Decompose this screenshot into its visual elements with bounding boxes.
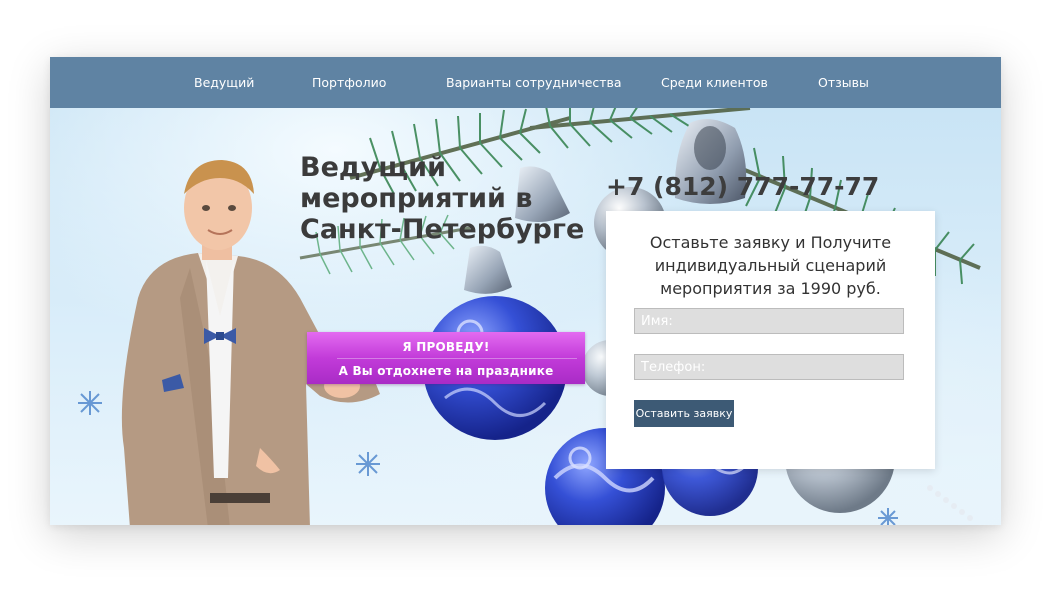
ribbon-subline: А Вы отдохнете на празднике xyxy=(338,364,554,378)
promo-ribbon: Я ПРОВЕДУ! А Вы отдохнете на празднике xyxy=(307,332,585,384)
phone-number[interactable]: +7 (812) 777-77-77 xyxy=(606,172,879,201)
form-title: Оставьте заявку и Получите индивидуальны… xyxy=(649,233,892,298)
nav-item-reviews[interactable]: Отзывы xyxy=(818,57,869,108)
submit-request-button[interactable]: Оставить заявку xyxy=(634,400,734,427)
nav-item-cooperation[interactable]: Варианты сотрудничества xyxy=(446,57,622,108)
phone-input[interactable] xyxy=(634,354,904,380)
nav-item-portfolio[interactable]: Портфолио xyxy=(312,57,386,108)
hero-section: Ведущий мероприятий в Санкт-Петербурге +… xyxy=(50,108,1001,525)
request-form: Оставьте заявку и Получите индивидуальны… xyxy=(606,211,935,469)
name-input[interactable] xyxy=(634,308,904,334)
nav-item-clients[interactable]: Среди клиентов xyxy=(661,57,768,108)
ribbon-headline: Я ПРОВЕДУ! xyxy=(402,340,490,354)
nav-item-host[interactable]: Ведущий xyxy=(194,57,254,108)
top-navigation: Ведущий Портфолио Варианты сотрудничеств… xyxy=(50,57,1001,108)
page-screenshot-frame: Ведущий Портфолио Варианты сотрудничеств… xyxy=(50,57,1001,525)
ribbon-divider xyxy=(337,358,577,359)
